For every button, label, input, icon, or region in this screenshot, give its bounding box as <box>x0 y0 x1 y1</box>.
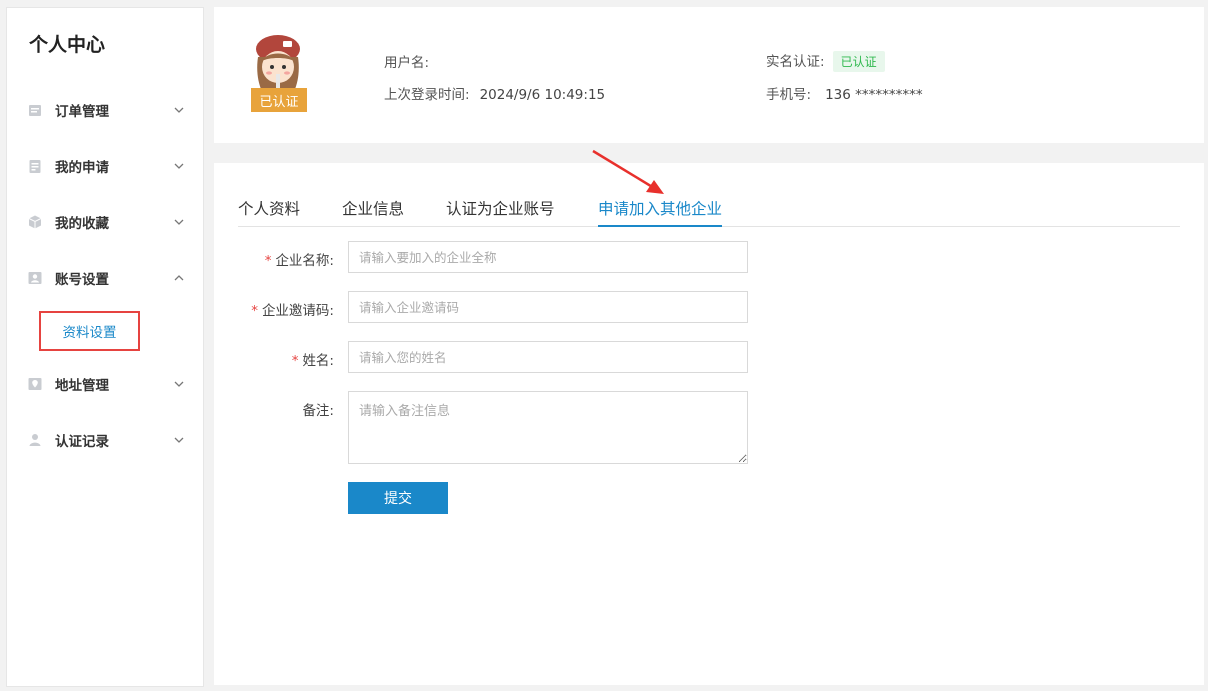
sidebar-item-orders[interactable]: 订单管理 <box>7 95 203 125</box>
required-mark: * <box>291 353 299 369</box>
sidebar: 个人中心 订单管理 我的申请 我的收藏 账号设置 资料设置 地址管理 认证记录 <box>6 7 204 687</box>
phone-value: 136 ********** <box>825 87 923 103</box>
sidebar-title: 个人中心 <box>29 34 106 56</box>
profile-card: 已认证 用户名: 上次登录时间: 2024/9/6 10:49:15 实名认证: 已… <box>214 7 1204 143</box>
remark-textarea[interactable] <box>348 391 748 464</box>
main-panel: 个人资料 企业信息 认证为企业账号 申请加入其他企业 *企业名称: *企业邀请码… <box>214 163 1204 685</box>
chevron-down-icon <box>174 437 184 443</box>
sidebar-item-account-settings[interactable]: 账号设置 <box>7 263 203 293</box>
phone-label: 手机号: <box>766 87 812 103</box>
verified-tag: 已认证 <box>251 88 307 112</box>
order-icon <box>27 102 43 118</box>
tab-company-info[interactable]: 企业信息 <box>342 197 404 227</box>
name-label-text: 姓名: <box>302 353 334 369</box>
chevron-down-icon <box>174 163 184 169</box>
name-label: * 姓名: <box>214 349 334 369</box>
sidebar-item-label: 地址管理 <box>55 378 109 394</box>
sidebar-item-address[interactable]: 地址管理 <box>7 369 203 399</box>
application-icon <box>27 158 43 174</box>
realname-row: 实名认证: 已认证 <box>766 50 885 72</box>
sidebar-item-label: 订单管理 <box>55 104 109 120</box>
tab-bar: 个人资料 企业信息 认证为企业账号 申请加入其他企业 <box>238 197 1180 227</box>
name-input[interactable] <box>348 341 748 373</box>
chevron-down-icon <box>174 219 184 225</box>
sidebar-item-label: 我的收藏 <box>55 216 109 232</box>
company-name-label: * 企业名称: <box>214 249 334 269</box>
sidebar-item-label: 认证记录 <box>55 434 109 450</box>
sidebar-item-cert-records[interactable]: 认证记录 <box>7 425 203 455</box>
sidebar-subitem-profile-settings[interactable]: 资料设置 <box>39 311 140 351</box>
tab-certify-company-account[interactable]: 认证为企业账号 <box>446 197 555 227</box>
chevron-down-icon <box>174 107 184 113</box>
tab-personal-info[interactable]: 个人资料 <box>238 197 300 227</box>
sidebar-item-label: 我的申请 <box>55 160 109 176</box>
last-login-label: 上次登录时间: <box>384 87 470 103</box>
submit-button[interactable]: 提交 <box>348 482 448 514</box>
phone-row: 手机号: 136 ********** <box>766 83 923 103</box>
username-row: 用户名: <box>384 51 439 71</box>
required-mark: * <box>251 303 258 319</box>
remark-label: 备注: <box>302 403 334 419</box>
sidebar-item-label: 账号设置 <box>55 272 109 288</box>
sidebar-item-applications[interactable]: 我的申请 <box>7 151 203 181</box>
realname-status-badge: 已认证 <box>832 51 885 72</box>
tab-join-other-company[interactable]: 申请加入其他企业 <box>598 197 723 227</box>
cert-record-icon <box>27 432 43 448</box>
username-label: 用户名: <box>384 55 430 71</box>
invite-code-label-text: 企业邀请码: <box>261 303 334 319</box>
account-icon <box>27 270 43 286</box>
last-login-row: 上次登录时间: 2024/9/6 10:49:15 <box>384 83 605 103</box>
last-login-value: 2024/9/6 10:49:15 <box>479 87 606 103</box>
invite-code-label: * 企业邀请码: <box>214 299 334 319</box>
invite-code-input[interactable] <box>348 291 748 323</box>
company-name-input[interactable] <box>348 241 748 273</box>
sidebar-item-favorites[interactable]: 我的收藏 <box>7 207 203 237</box>
company-name-label-text: 企业名称: <box>275 253 334 269</box>
chevron-down-icon <box>174 381 184 387</box>
address-icon <box>27 376 43 392</box>
required-mark: * <box>264 253 272 269</box>
chevron-up-icon <box>174 275 184 281</box>
sidebar-subitem-label: 资料设置 <box>62 325 117 341</box>
annotation-arrow-icon <box>592 149 664 194</box>
favorite-icon <box>27 214 43 230</box>
realname-label: 实名认证: <box>766 54 825 70</box>
